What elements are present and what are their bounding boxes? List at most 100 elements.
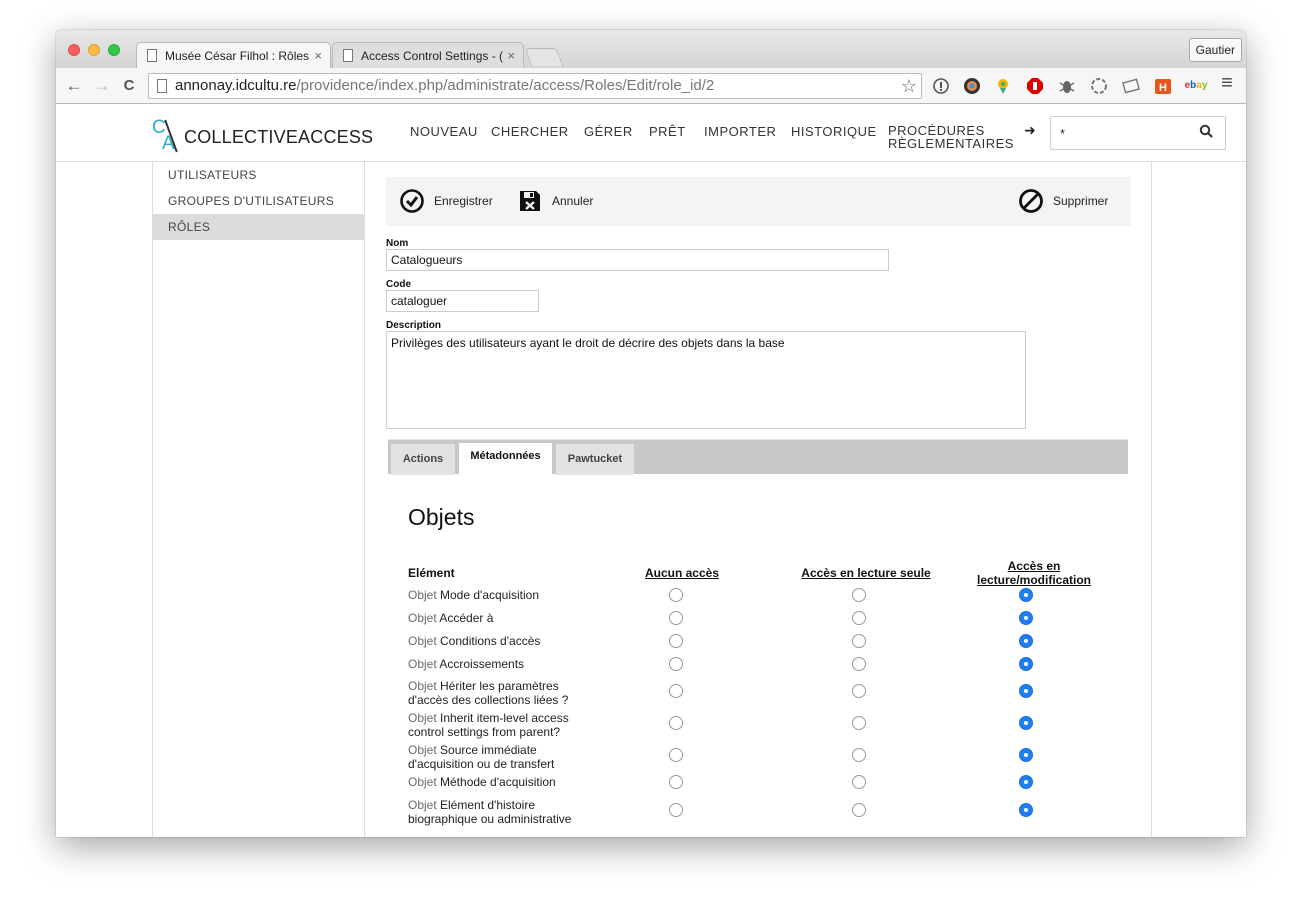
sidebar-item-groupes[interactable]: GROUPES D'UTILISATEURS xyxy=(153,188,364,214)
col-read-header[interactable]: Accès en lecture seule xyxy=(786,566,946,580)
radio-none[interactable] xyxy=(669,634,683,648)
logo-word: COLLECTIVEACCESS xyxy=(184,127,374,147)
table-row-label: Objet Hériter les paramètres d'accès des… xyxy=(408,679,598,707)
radio-edit[interactable] xyxy=(1019,588,1033,602)
row-label-text: Conditions d'accès xyxy=(440,634,541,648)
table-row-label: Objet Mode d'acquisition xyxy=(408,588,598,602)
radio-read[interactable] xyxy=(852,611,866,625)
close-window-button[interactable] xyxy=(68,44,80,56)
radio-none[interactable] xyxy=(669,611,683,625)
row-prefix: Objet xyxy=(408,679,441,693)
save-button[interactable]: Enregistrer xyxy=(400,189,510,215)
radio-edit[interactable] xyxy=(1019,775,1033,789)
tab-metadonnees[interactable]: Métadonnées xyxy=(459,443,552,475)
code-field[interactable]: cataloguer xyxy=(386,290,539,312)
radio-none[interactable] xyxy=(669,716,683,730)
browser-toolbar: ← → C annonay.idcultu.re/providence/inde… xyxy=(56,68,1246,104)
reload-icon[interactable]: C xyxy=(119,77,139,94)
address-bar[interactable]: annonay.idcultu.re/providence/index.php/… xyxy=(148,73,922,99)
bookmark-star-icon[interactable]: ☆ xyxy=(901,74,917,98)
row-label-text: Accroissements xyxy=(439,657,525,671)
sidebar-item-utilisateurs[interactable]: UTILISATEURS xyxy=(153,162,364,188)
right-divider xyxy=(1151,162,1152,837)
cancel-button[interactable]: Annuler xyxy=(518,189,608,215)
radio-read[interactable] xyxy=(852,775,866,789)
radio-read[interactable] xyxy=(852,803,866,817)
search-value: * xyxy=(1060,126,1066,141)
description-field[interactable]: Privilèges des utilisateurs ayant le dro… xyxy=(386,331,1026,429)
name-field[interactable]: Catalogueurs xyxy=(386,249,889,271)
radio-read[interactable] xyxy=(852,716,866,730)
radio-edit[interactable] xyxy=(1019,803,1033,817)
nav-procedures-reglementaires[interactable]: PROCÉDURES RÈGLEMENTAIRES xyxy=(888,124,1018,150)
browser-menu-icon[interactable]: ≡ xyxy=(1218,73,1236,93)
sidebar-item-roles[interactable]: RÔLES xyxy=(153,214,364,240)
nav-nouveau[interactable]: NOUVEAU xyxy=(410,124,478,139)
radio-none[interactable] xyxy=(669,775,683,789)
delete-button[interactable]: Supprimer xyxy=(1019,189,1119,215)
radio-none[interactable] xyxy=(669,657,683,671)
forward-icon[interactable]: → xyxy=(92,76,112,96)
radio-none[interactable] xyxy=(669,588,683,602)
radio-read[interactable] xyxy=(852,634,866,648)
nav-chercher[interactable]: CHERCHER xyxy=(491,124,569,139)
extension-orange-icon[interactable]: H xyxy=(1154,77,1172,95)
close-tab-icon[interactable]: × xyxy=(507,43,515,68)
url-host: annonay.idcultu.re xyxy=(175,77,297,94)
sidebar: UTILISATEURS GROUPES D'UTILISATEURS RÔLE… xyxy=(152,162,365,837)
table-row-label: Objet Méthode d'acquisition xyxy=(408,775,598,789)
extension-ebay-icon[interactable]: ebay xyxy=(1184,77,1208,95)
extension-info-icon[interactable] xyxy=(932,77,950,95)
radio-edit[interactable] xyxy=(1019,748,1033,762)
browser-tab-roles[interactable]: Musée César Filhol : Rôles × xyxy=(136,42,331,68)
row-prefix: Objet xyxy=(408,711,441,725)
radio-read[interactable] xyxy=(852,748,866,762)
extension-bug-icon[interactable] xyxy=(1058,77,1076,95)
nav-gerer[interactable]: GÉRER xyxy=(584,124,633,139)
search-icon[interactable] xyxy=(1199,124,1213,141)
page-icon xyxy=(343,49,353,62)
col-none-header[interactable]: Aucun accès xyxy=(622,566,742,580)
search-input[interactable]: * xyxy=(1050,116,1226,150)
name-label: Nom xyxy=(386,238,409,249)
radio-edit[interactable] xyxy=(1019,684,1033,698)
browser-tab-access-control[interactable]: Access Control Settings - ( × xyxy=(332,42,524,68)
nav-importer[interactable]: IMPORTER xyxy=(704,124,776,139)
radio-none[interactable] xyxy=(669,803,683,817)
extension-pin-icon[interactable] xyxy=(994,77,1012,95)
radio-read[interactable] xyxy=(852,684,866,698)
col-edit-header[interactable]: Accès en lecture/modification xyxy=(974,559,1094,587)
radio-none[interactable] xyxy=(669,684,683,698)
tab-actions[interactable]: Actions xyxy=(391,444,455,475)
extension-sync-icon[interactable] xyxy=(1090,77,1108,95)
extension-adblock-icon[interactable] xyxy=(1026,77,1044,95)
save-check-icon xyxy=(400,189,424,213)
browser-tab-title: Musée César Filhol : Rôles xyxy=(165,49,310,63)
row-prefix: Objet xyxy=(408,634,441,648)
radio-read[interactable] xyxy=(852,657,866,671)
radio-edit[interactable] xyxy=(1019,716,1033,730)
radio-edit[interactable] xyxy=(1019,611,1033,625)
radio-read[interactable] xyxy=(852,588,866,602)
radio-edit[interactable] xyxy=(1019,634,1033,648)
go-arrow-icon[interactable]: ➜ xyxy=(1024,122,1036,139)
delete-label: Supprimer xyxy=(1053,194,1109,208)
zoom-window-button[interactable] xyxy=(108,44,120,56)
nav-historique[interactable]: HISTORIQUE xyxy=(791,124,877,139)
radio-edit[interactable] xyxy=(1019,657,1033,671)
close-tab-icon[interactable]: × xyxy=(314,43,322,68)
back-icon[interactable]: ← xyxy=(64,76,84,96)
row-prefix: Objet xyxy=(408,611,440,625)
new-tab-button[interactable] xyxy=(524,48,564,66)
table-row-label: Objet Accéder à xyxy=(408,611,598,625)
tab-pawtucket[interactable]: Pawtucket xyxy=(556,444,634,475)
extension-ticket-icon[interactable] xyxy=(1122,77,1140,95)
browser-window: Musée César Filhol : Rôles × Access Cont… xyxy=(56,30,1246,837)
profile-button[interactable]: Gautier xyxy=(1188,38,1242,62)
radio-none[interactable] xyxy=(669,748,683,762)
extension-color-icon[interactable] xyxy=(963,77,981,95)
nav-pret[interactable]: PRÊT xyxy=(649,124,686,139)
minimize-window-button[interactable] xyxy=(88,44,100,56)
save-label: Enregistrer xyxy=(434,194,493,208)
table-row-label: Objet Source immédiate d'acquisition ou … xyxy=(408,743,598,771)
